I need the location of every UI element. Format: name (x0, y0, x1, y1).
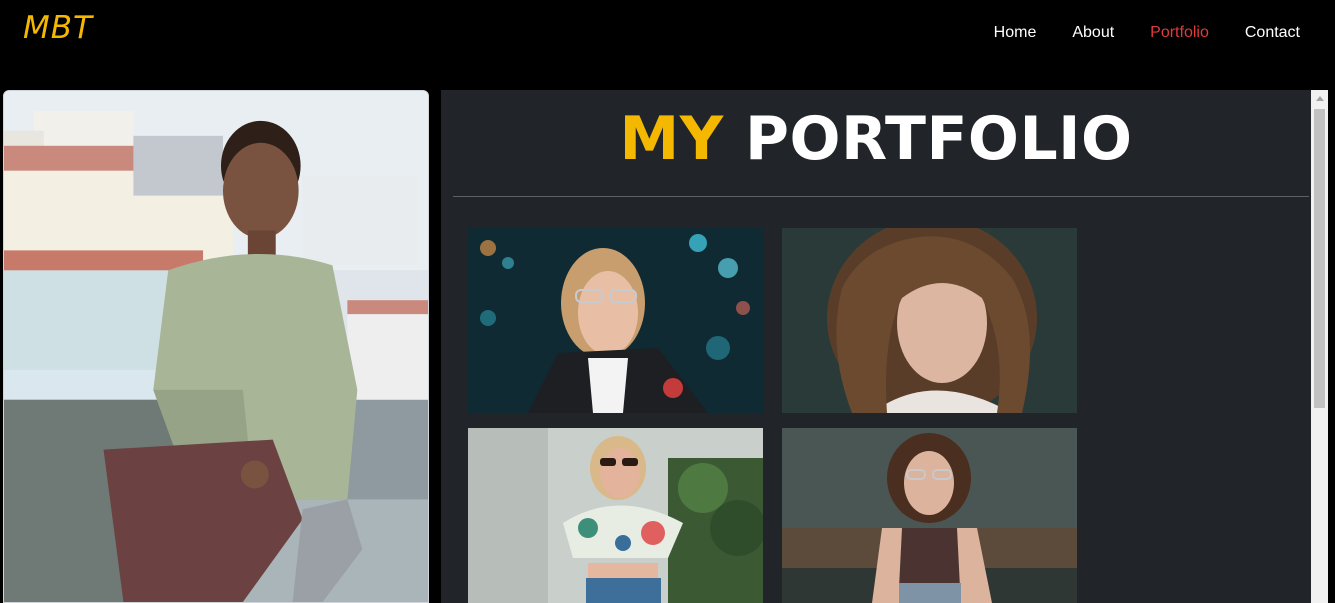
title-rest: PORTFOLIO (745, 104, 1133, 174)
portfolio-title: MY PORTFOLIO (441, 104, 1311, 174)
brand-logo[interactable]: MBT (23, 10, 93, 46)
portfolio-photo-3[interactable] (468, 428, 763, 603)
portfolio-photo-4[interactable] (782, 428, 1077, 603)
profile-photo (3, 90, 429, 603)
scrollbar[interactable] (1311, 90, 1328, 603)
portfolio-panel: MY PORTFOLIO (441, 90, 1311, 603)
title-divider (453, 196, 1309, 197)
portfolio-photo-1[interactable] (468, 228, 763, 413)
nav-link-contact[interactable]: Contact (1245, 24, 1300, 42)
nav-link-home[interactable]: Home (994, 24, 1037, 42)
nav-links: Home About Portfolio Contact (994, 24, 1300, 42)
title-accent: MY (619, 104, 724, 174)
navbar: MBT Home About Portfolio Contact (0, 0, 1335, 68)
nav-link-portfolio[interactable]: Portfolio (1150, 24, 1209, 42)
scroll-thumb[interactable] (1314, 109, 1325, 408)
portfolio-photo-2[interactable] (782, 228, 1077, 413)
scroll-up-arrow-icon[interactable] (1311, 90, 1328, 107)
nav-link-about[interactable]: About (1072, 24, 1114, 42)
